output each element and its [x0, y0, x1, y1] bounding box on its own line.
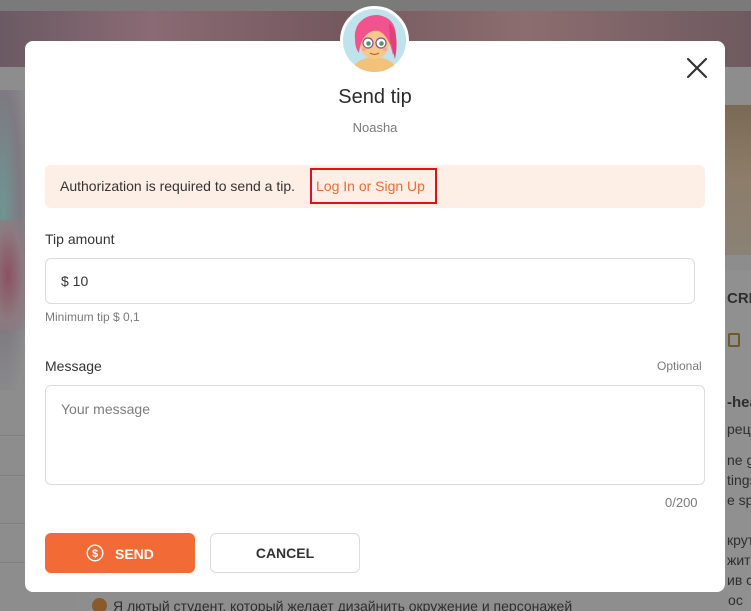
svg-text:$: $	[92, 548, 98, 560]
message-input[interactable]	[45, 385, 705, 485]
background-right-text: CRI	[727, 290, 751, 307]
background-right-text: рец	[727, 421, 751, 437]
minimum-tip-hint: Minimum tip $ 0,1	[45, 310, 140, 324]
background-right-art	[725, 105, 751, 255]
dollar-coin-icon: $	[86, 544, 104, 562]
background-right-text: жит	[727, 552, 751, 568]
close-icon	[686, 57, 708, 79]
background-right-text: -hea	[727, 394, 751, 411]
cancel-button[interactable]: CANCEL	[210, 533, 360, 573]
background-right-text: e sp	[727, 492, 751, 508]
optional-label: Optional	[657, 359, 702, 373]
close-button[interactable]	[683, 54, 711, 82]
login-signup-link[interactable]: Log In or Sign Up	[316, 178, 425, 194]
background-right-text: крут	[727, 532, 751, 548]
creator-avatar	[340, 6, 409, 75]
send-label: SEND	[115, 546, 154, 562]
tip-amount-input[interactable]: $ 10	[45, 258, 695, 304]
background-post-text: Я лютый студент, который желает дизайнит…	[92, 598, 572, 611]
modal-title: Send tip	[338, 86, 412, 108]
creator-name: Noasha	[352, 120, 398, 135]
tip-amount-label: Tip amount	[45, 231, 115, 247]
background-right-text: tings	[727, 472, 751, 488]
background-right-text: ne go	[727, 452, 751, 468]
send-button[interactable]: $ SEND	[45, 533, 195, 573]
auth-required-alert: Authorization is required to send a tip.…	[45, 165, 705, 208]
emoji-icon	[92, 598, 107, 611]
alert-text: Authorization is required to send a tip.	[60, 178, 296, 194]
background-post-line: Я лютый студент, который желает дизайнит…	[113, 598, 573, 611]
pony-avatar-icon	[343, 9, 406, 72]
message-label: Message	[45, 358, 102, 374]
message-char-counter: 0/200	[665, 495, 698, 510]
background-right-text: ив с	[727, 572, 751, 588]
background-right-icon	[728, 333, 740, 347]
background-left-art-detail	[0, 220, 26, 330]
